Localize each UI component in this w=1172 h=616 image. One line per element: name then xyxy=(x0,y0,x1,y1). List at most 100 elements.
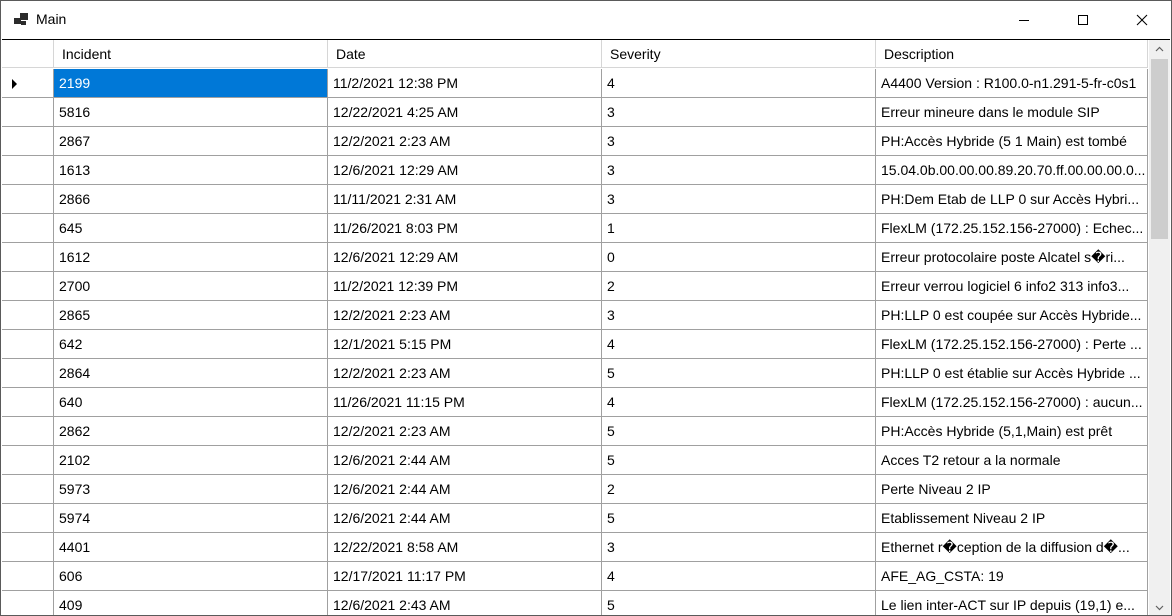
cell-description[interactable]: PH:Accès Hybride (5,1,Main) est prêt xyxy=(876,417,1148,446)
cell-date[interactable]: 12/6/2021 2:44 AM xyxy=(328,504,602,533)
cell-description[interactable]: A4400 Version : R100.0-n1.291-5-fr-c0s1 xyxy=(876,69,1148,98)
cell-incident[interactable]: 5974 xyxy=(54,504,328,533)
cell-incident[interactable]: 645 xyxy=(54,214,328,243)
table-row[interactable]: 5974 12/6/2021 2:44 AM 5 Etablissement Nive… xyxy=(2,504,1148,533)
cell-description[interactable]: Ethernet r�ception de la diffusion d�... xyxy=(876,533,1148,562)
table-row[interactable]: 1613 12/6/2021 12:29 AM 3 15.04.0b.00.00.00… xyxy=(2,156,1148,185)
row-header[interactable] xyxy=(2,185,54,214)
row-header[interactable] xyxy=(2,214,54,243)
cell-date[interactable]: 12/17/2021 11:17 PM xyxy=(328,562,602,591)
cell-date[interactable]: 12/6/2021 12:29 AM xyxy=(328,156,602,185)
table-row[interactable]: 5816 12/22/2021 4:25 AM 3 Erreur mineure da… xyxy=(2,98,1148,127)
column-header-description[interactable]: Description xyxy=(876,40,1148,68)
cell-incident[interactable]: 5816 xyxy=(54,98,328,127)
cell-date[interactable]: 12/22/2021 8:58 AM xyxy=(328,533,602,562)
cell-incident[interactable]: 4401 xyxy=(54,533,328,562)
cell-incident[interactable]: 606 xyxy=(54,562,328,591)
cell-description[interactable]: Acces T2 retour a la normale xyxy=(876,446,1148,475)
scrollbar-thumb[interactable] xyxy=(1151,59,1168,239)
table-row[interactable]: 642 12/1/2021 5:15 PM 4 FlexLM (172.25.152.… xyxy=(2,330,1148,359)
cell-description[interactable]: Perte Niveau 2 IP xyxy=(876,475,1148,504)
vertical-scrollbar[interactable] xyxy=(1149,40,1170,615)
cell-date[interactable]: 12/1/2021 5:15 PM xyxy=(328,330,602,359)
cell-incident[interactable]: 1612 xyxy=(54,243,328,272)
cell-description[interactable]: FlexLM (172.25.152.156-27000) : Echec... xyxy=(876,214,1148,243)
cell-incident[interactable]: 2867 xyxy=(54,127,328,156)
cell-severity[interactable]: 5 xyxy=(602,446,876,475)
cell-incident[interactable]: 2700 xyxy=(54,272,328,301)
row-header[interactable] xyxy=(2,475,54,504)
row-header[interactable] xyxy=(2,272,54,301)
table-row[interactable]: 2862 12/2/2021 2:23 AM 5 PH:Accès Hybride (… xyxy=(2,417,1148,446)
table-row[interactable]: 645 11/26/2021 8:03 PM 1 FlexLM (172.25.152… xyxy=(2,214,1148,243)
row-header[interactable] xyxy=(2,127,54,156)
cell-description[interactable]: Erreur protocolaire poste Alcatel s�ri..… xyxy=(876,243,1148,272)
cell-description[interactable]: AFE_AG_CSTA: 19 xyxy=(876,562,1148,591)
row-header[interactable] xyxy=(2,504,54,533)
cell-incident[interactable]: 5973 xyxy=(54,475,328,504)
table-row[interactable]: 2864 12/2/2021 2:23 AM 5 PH:LLP 0 est établ… xyxy=(2,359,1148,388)
table-row[interactable]: 4401 12/22/2021 8:58 AM 3 Ethernet r�ceptio… xyxy=(2,533,1148,562)
table-row[interactable]: 5973 12/6/2021 2:44 AM 2 Perte Niveau 2 IP xyxy=(2,475,1148,504)
cell-incident[interactable]: 2102 xyxy=(54,446,328,475)
cell-description[interactable]: FlexLM (172.25.152.156-27000) : Perte ..… xyxy=(876,330,1148,359)
close-button[interactable] xyxy=(1112,1,1171,38)
cell-date[interactable]: 12/6/2021 2:44 AM xyxy=(328,446,602,475)
table-row[interactable]: 2199 11/2/2021 12:38 PM 4 A4400 Version : R… xyxy=(2,69,1148,98)
row-header[interactable] xyxy=(2,562,54,591)
cell-severity[interactable]: 5 xyxy=(602,417,876,446)
cell-incident[interactable]: 409 xyxy=(54,591,328,615)
cell-severity[interactable]: 0 xyxy=(602,243,876,272)
cell-date[interactable]: 11/26/2021 11:15 PM xyxy=(328,388,602,417)
cell-incident[interactable]: 1613 xyxy=(54,156,328,185)
cell-severity[interactable]: 4 xyxy=(602,562,876,591)
maximize-button[interactable] xyxy=(1053,1,1112,38)
row-header[interactable] xyxy=(2,69,54,98)
minimize-button[interactable] xyxy=(994,1,1053,38)
column-header-incident[interactable]: Incident xyxy=(54,40,328,68)
cell-incident[interactable]: 2866 xyxy=(54,185,328,214)
cell-severity[interactable]: 3 xyxy=(602,127,876,156)
row-header[interactable] xyxy=(2,301,54,330)
data-grid[interactable]: Incident Date Severity Description 2199 1… xyxy=(2,39,1170,615)
cell-date[interactable]: 12/6/2021 2:44 AM xyxy=(328,475,602,504)
table-row[interactable]: 2866 11/11/2021 2:31 AM 3 PH:Dem Etab de LL… xyxy=(2,185,1148,214)
cell-severity[interactable]: 2 xyxy=(602,475,876,504)
corner-header[interactable] xyxy=(2,40,54,68)
row-header[interactable] xyxy=(2,243,54,272)
column-header-date[interactable]: Date xyxy=(328,40,602,68)
table-row[interactable]: 2865 12/2/2021 2:23 AM 3 PH:LLP 0 est coupé… xyxy=(2,301,1148,330)
cell-date[interactable]: 12/2/2021 2:23 AM xyxy=(328,359,602,388)
cell-severity[interactable]: 3 xyxy=(602,301,876,330)
row-header[interactable] xyxy=(2,388,54,417)
cell-date[interactable]: 11/2/2021 12:38 PM xyxy=(328,69,602,98)
cell-date[interactable]: 12/6/2021 2:43 AM xyxy=(328,591,602,615)
cell-severity[interactable]: 5 xyxy=(602,504,876,533)
table-row[interactable]: 1612 12/6/2021 12:29 AM 0 Erreur protocolai… xyxy=(2,243,1148,272)
cell-severity[interactable]: 3 xyxy=(602,185,876,214)
cell-incident[interactable]: 2865 xyxy=(54,301,328,330)
row-header[interactable] xyxy=(2,446,54,475)
cell-severity[interactable]: 4 xyxy=(602,69,876,98)
cell-date[interactable]: 12/6/2021 12:29 AM xyxy=(328,243,602,272)
row-header[interactable] xyxy=(2,330,54,359)
cell-description[interactable]: PH:Accès Hybride (5 1 Main) est tombé xyxy=(876,127,1148,156)
row-header[interactable] xyxy=(2,156,54,185)
cell-severity[interactable]: 5 xyxy=(602,359,876,388)
cell-date[interactable]: 11/2/2021 12:39 PM xyxy=(328,272,602,301)
cell-description[interactable]: PH:Dem Etab de LLP 0 sur Accès Hybri... xyxy=(876,185,1148,214)
cell-date[interactable]: 11/26/2021 8:03 PM xyxy=(328,214,602,243)
cell-severity[interactable]: 4 xyxy=(602,388,876,417)
cell-description[interactable]: Erreur verrou logiciel 6 info2 313 info3… xyxy=(876,272,1148,301)
cell-severity[interactable]: 2 xyxy=(602,272,876,301)
cell-date[interactable]: 11/11/2021 2:31 AM xyxy=(328,185,602,214)
table-row[interactable]: 2867 12/2/2021 2:23 AM 3 PH:Accès Hybride (… xyxy=(2,127,1148,156)
cell-severity[interactable]: 3 xyxy=(602,156,876,185)
title-bar[interactable]: Main xyxy=(1,1,1171,38)
table-row[interactable]: 2700 11/2/2021 12:39 PM 2 Erreur verrou log… xyxy=(2,272,1148,301)
cell-incident[interactable]: 2199 xyxy=(54,69,328,98)
row-header[interactable] xyxy=(2,98,54,127)
scroll-down-button[interactable] xyxy=(1149,599,1170,615)
cell-description[interactable]: 15.04.0b.00.00.00.89.20.70.ff.00.00.00.0… xyxy=(876,156,1148,185)
row-header[interactable] xyxy=(2,533,54,562)
